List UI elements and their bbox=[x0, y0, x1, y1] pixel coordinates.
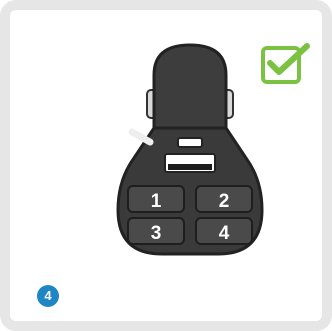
keypad-label-4: 4 bbox=[219, 223, 230, 244]
keypad-label-1: 1 bbox=[151, 191, 162, 212]
indicator-light bbox=[128, 128, 154, 146]
step-number-badge: 4 bbox=[37, 285, 59, 307]
car-charger-illustration: 1 2 3 4 bbox=[116, 43, 264, 256]
small-port bbox=[177, 137, 203, 148]
keypad-label-2: 2 bbox=[219, 191, 230, 212]
keypad-label-3: 3 bbox=[151, 223, 162, 244]
charger-barrel bbox=[152, 43, 228, 137]
